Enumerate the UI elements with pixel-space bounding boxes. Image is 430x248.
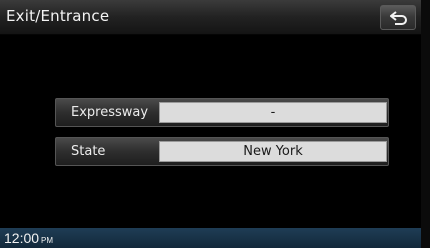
state-label: State (71, 144, 106, 159)
clock-time: 12:00 (4, 230, 40, 246)
expressway-value: - (159, 102, 387, 123)
clock-ampm: PM (41, 236, 54, 245)
title-bar: Exit/Entrance (0, 0, 421, 35)
status-bar: 12:00 PM (0, 228, 421, 248)
state-row: State New York (55, 137, 389, 166)
expressway-row: Expressway - (55, 98, 389, 127)
screen-edge (421, 0, 430, 248)
back-button[interactable] (380, 5, 416, 30)
back-arrow-icon (390, 11, 407, 25)
navigation-screen: Exit/Entrance Expressway - State New Yor… (0, 0, 430, 248)
page-title: Exit/Entrance (6, 7, 110, 25)
info-panel: Expressway - State New York (0, 35, 421, 228)
expressway-label: Expressway (71, 105, 149, 120)
clock: 12:00 PM (4, 230, 53, 248)
state-value: New York (159, 141, 387, 162)
